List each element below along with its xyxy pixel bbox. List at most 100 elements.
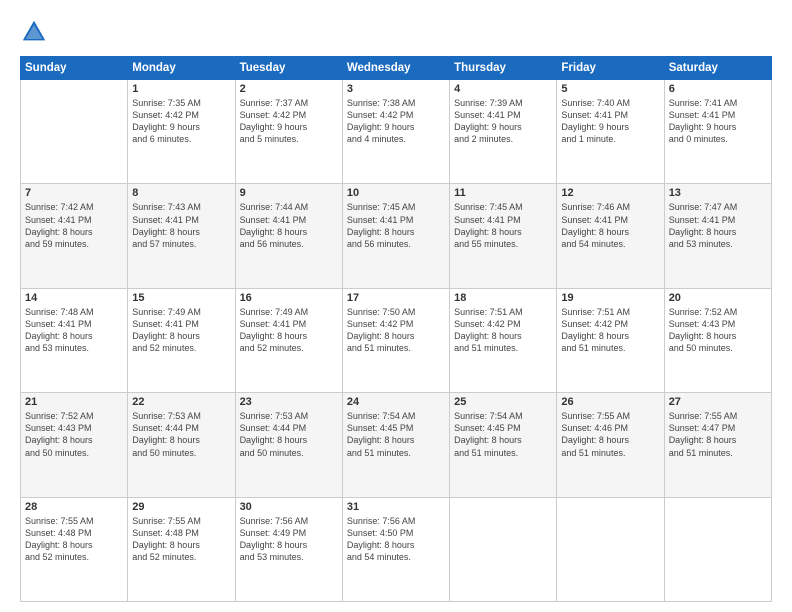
weekday-saturday: Saturday [664,57,771,80]
day-info: Sunrise: 7:55 AM Sunset: 4:47 PM Dayligh… [669,410,767,459]
weekday-tuesday: Tuesday [235,57,342,80]
day-cell: 15Sunrise: 7:49 AM Sunset: 4:41 PM Dayli… [128,288,235,392]
day-cell: 25 Sunrise: 7:54 AM Sunset: 4:45 PM Dayli… [450,393,557,497]
day-number: 17 [347,292,445,304]
day-info: Sunrise: 7:51 AM Sunset: 4:42 PM Dayligh… [454,306,552,355]
day-info: Sunrise: 7:53 AM Sunset: 4:44 PM Dayligh… [132,410,230,459]
day-number: 1 [132,83,230,95]
day-number: 7 [25,187,123,199]
day-info: Sunrise: 7:39 AM Sunset: 4:41 PM Dayligh… [454,97,552,146]
day-info: Sunrise: 7:56 AM Sunset: 4:50 PM Dayligh… [347,515,445,564]
day-number: 25 [454,396,552,408]
day-info: Sunrise: 7:42 AM Sunset: 4:41 PM Dayligh… [25,201,123,250]
day-number: 21 [25,396,123,408]
day-info: Sunrise: 7:41 AM Sunset: 4:41 PM Dayligh… [669,97,767,146]
week-row-5: 28 Sunrise: 7:55 AM Sunset: 4:48 PM Dayli… [21,497,772,601]
weekday-wednesday: Wednesday [342,57,449,80]
day-info: Sunrise: 7:50 AM Sunset: 4:42 PM Dayligh… [347,306,445,355]
day-info: Sunrise: 7:35 AM Sunset: 4:42 PM Dayligh… [132,97,230,146]
day-number: 12 [561,187,659,199]
day-cell: 12 Sunrise: 7:46 AM Sunset: 4:41 PM Dayli… [557,184,664,288]
day-number: 3 [347,83,445,95]
day-info: Sunrise: 7:55 AM Sunset: 4:48 PM Dayligh… [132,515,230,564]
day-cell: 16Sunrise: 7:49 AM Sunset: 4:41 PM Dayli… [235,288,342,392]
day-cell: 17 Sunrise: 7:50 AM Sunset: 4:42 PM Dayli… [342,288,449,392]
day-cell: 30 Sunrise: 7:56 AM Sunset: 4:49 PM Dayli… [235,497,342,601]
day-number: 26 [561,396,659,408]
day-info: Sunrise: 7:51 AM Sunset: 4:42 PM Dayligh… [561,306,659,355]
day-cell: 13 Sunrise: 7:47 AM Sunset: 4:41 PM Dayli… [664,184,771,288]
day-cell: 22 Sunrise: 7:53 AM Sunset: 4:44 PM Dayli… [128,393,235,497]
day-info: Sunrise: 7:38 AM Sunset: 4:42 PM Dayligh… [347,97,445,146]
day-cell: 20Sunrise: 7:52 AM Sunset: 4:43 PM Dayli… [664,288,771,392]
day-cell: 7 Sunrise: 7:42 AM Sunset: 4:41 PM Daylig… [21,184,128,288]
day-number: 14 [25,292,123,304]
day-info: Sunrise: 7:55 AM Sunset: 4:48 PM Dayligh… [25,515,123,564]
day-info: Sunrise: 7:55 AM Sunset: 4:46 PM Dayligh… [561,410,659,459]
week-row-2: 7 Sunrise: 7:42 AM Sunset: 4:41 PM Daylig… [21,184,772,288]
day-cell: 28 Sunrise: 7:55 AM Sunset: 4:48 PM Dayli… [21,497,128,601]
weekday-friday: Friday [557,57,664,80]
day-number: 8 [132,187,230,199]
day-number: 13 [669,187,767,199]
day-number: 22 [132,396,230,408]
day-number: 4 [454,83,552,95]
day-cell: 21 Sunrise: 7:52 AM Sunset: 4:43 PM Dayli… [21,393,128,497]
day-cell: 29 Sunrise: 7:55 AM Sunset: 4:48 PM Dayli… [128,497,235,601]
day-number: 27 [669,396,767,408]
day-info: Sunrise: 7:52 AM Sunset: 4:43 PM Dayligh… [25,410,123,459]
day-cell: 26 Sunrise: 7:55 AM Sunset: 4:46 PM Dayli… [557,393,664,497]
day-cell: 1 Sunrise: 7:35 AM Sunset: 4:42 PM Daylig… [128,80,235,184]
day-number: 18 [454,292,552,304]
day-cell: 4 Sunrise: 7:39 AM Sunset: 4:41 PM Daylig… [450,80,557,184]
day-cell: 27 Sunrise: 7:55 AM Sunset: 4:47 PM Dayli… [664,393,771,497]
day-info: Sunrise: 7:49 AM Sunset: 4:41 PM Dayligh… [132,306,230,355]
day-cell: 14 Sunrise: 7:48 AM Sunset: 4:41 PM Dayli… [21,288,128,392]
weekday-thursday: Thursday [450,57,557,80]
day-info: Sunrise: 7:56 AM Sunset: 4:49 PM Dayligh… [240,515,338,564]
day-number: 16 [240,292,338,304]
day-number: 6 [669,83,767,95]
day-cell [557,497,664,601]
day-info: Sunrise: 7:43 AM Sunset: 4:41 PM Dayligh… [132,201,230,250]
day-info: Sunrise: 7:46 AM Sunset: 4:41 PM Dayligh… [561,201,659,250]
day-number: 20 [669,292,767,304]
day-cell: 24Sunrise: 7:54 AM Sunset: 4:45 PM Dayli… [342,393,449,497]
calendar-table: SundayMondayTuesdayWednesdayThursdayFrid… [20,56,772,602]
day-cell [664,497,771,601]
logo-icon [20,18,48,46]
weekday-header-row: SundayMondayTuesdayWednesdayThursdayFrid… [21,57,772,80]
day-number: 29 [132,501,230,513]
day-cell [450,497,557,601]
day-info: Sunrise: 7:45 AM Sunset: 4:41 PM Dayligh… [347,201,445,250]
day-number: 28 [25,501,123,513]
weekday-sunday: Sunday [21,57,128,80]
week-row-1: 1 Sunrise: 7:35 AM Sunset: 4:42 PM Daylig… [21,80,772,184]
logo [20,18,54,46]
weekday-monday: Monday [128,57,235,80]
day-number: 23 [240,396,338,408]
day-info: Sunrise: 7:40 AM Sunset: 4:41 PM Dayligh… [561,97,659,146]
day-number: 11 [454,187,552,199]
week-row-4: 21 Sunrise: 7:52 AM Sunset: 4:43 PM Dayli… [21,393,772,497]
day-number: 9 [240,187,338,199]
week-row-3: 14 Sunrise: 7:48 AM Sunset: 4:41 PM Dayli… [21,288,772,392]
day-info: Sunrise: 7:45 AM Sunset: 4:41 PM Dayligh… [454,201,552,250]
day-info: Sunrise: 7:53 AM Sunset: 4:44 PM Dayligh… [240,410,338,459]
day-info: Sunrise: 7:47 AM Sunset: 4:41 PM Dayligh… [669,201,767,250]
day-number: 30 [240,501,338,513]
day-number: 24 [347,396,445,408]
day-cell: 2Sunrise: 7:37 AM Sunset: 4:42 PM Daylig… [235,80,342,184]
day-number: 10 [347,187,445,199]
day-cell: 9 Sunrise: 7:44 AM Sunset: 4:41 PM Daylig… [235,184,342,288]
day-info: Sunrise: 7:37 AM Sunset: 4:42 PM Dayligh… [240,97,338,146]
day-info: Sunrise: 7:54 AM Sunset: 4:45 PM Dayligh… [454,410,552,459]
day-cell: 6 Sunrise: 7:41 AM Sunset: 4:41 PM Daylig… [664,80,771,184]
day-info: Sunrise: 7:44 AM Sunset: 4:41 PM Dayligh… [240,201,338,250]
day-cell: 10 Sunrise: 7:45 AM Sunset: 4:41 PM Dayli… [342,184,449,288]
day-cell: 18 Sunrise: 7:51 AM Sunset: 4:42 PM Dayli… [450,288,557,392]
day-cell: 3 Sunrise: 7:38 AM Sunset: 4:42 PM Daylig… [342,80,449,184]
day-info: Sunrise: 7:48 AM Sunset: 4:41 PM Dayligh… [25,306,123,355]
day-number: 19 [561,292,659,304]
day-cell: 8 Sunrise: 7:43 AM Sunset: 4:41 PM Daylig… [128,184,235,288]
